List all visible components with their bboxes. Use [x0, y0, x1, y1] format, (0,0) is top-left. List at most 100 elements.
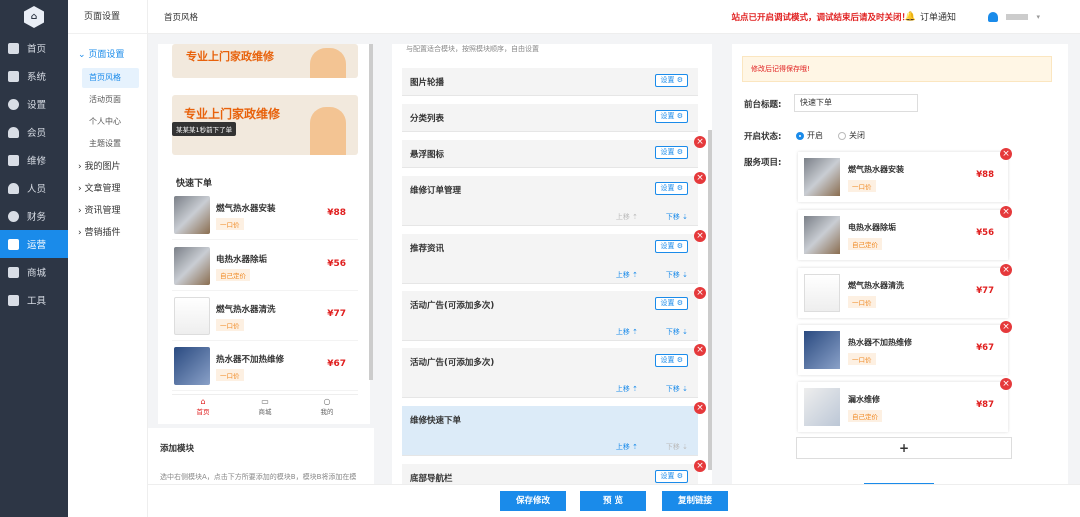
add-item-button[interactable]: +	[796, 437, 1012, 459]
list-item[interactable]: 电热水器除垢 自己定价 ¥56	[172, 243, 358, 291]
order-notify[interactable]: 🔔 订单通知	[904, 10, 956, 24]
module-settings-button[interactable]: 设置 ⚙	[655, 74, 688, 87]
nav-tools[interactable]: 工具	[0, 286, 68, 314]
phone-scrollbar[interactable]	[369, 44, 373, 380]
toolbox-icon	[8, 294, 19, 306]
banner-2[interactable]: 专业上门家政维修 某某某1秒前下了单	[172, 95, 358, 155]
preview-button[interactable]: 预 览	[580, 491, 646, 511]
nav-staff[interactable]: 人员	[0, 174, 68, 202]
title-input[interactable]: 快速下单	[794, 94, 918, 112]
move-down-button[interactable]: 下移 ⇣	[666, 442, 688, 452]
subnav-group-articles[interactable]: › 文章管理	[68, 178, 147, 200]
save-button[interactable]: 保存修改	[500, 491, 566, 511]
logo[interactable]: ⌂	[0, 0, 68, 34]
add-module-desc: 选中右侧模块A，点击下方所要添加的模块B，模块B将添加在模	[160, 473, 357, 481]
move-down-button[interactable]: 下移 ⇣	[666, 384, 688, 394]
list-item[interactable]: 燃气热水器安装 一口价 ¥88	[172, 192, 358, 240]
subnav-group-page-settings[interactable]: ⌄ 页面设置	[68, 44, 147, 66]
subnav-group-marketing[interactable]: › 营销插件	[68, 222, 147, 244]
delete-module-icon[interactable]: ×	[694, 172, 706, 184]
delete-item-icon[interactable]: ×	[1000, 321, 1012, 333]
nav-shop[interactable]: 商城	[0, 258, 68, 286]
delete-item-icon[interactable]: ×	[1000, 264, 1012, 276]
service-item[interactable]: 热水器不加热维修 一口价 ¥67 ×	[798, 321, 1012, 375]
nav-settings[interactable]: 设置	[0, 90, 68, 118]
move-up-button[interactable]: 上移 ⇡	[616, 384, 638, 394]
move-down-button[interactable]: 下移 ⇣	[666, 270, 688, 280]
copy-link-button[interactable]: 复制链接	[662, 491, 728, 511]
status-off-radio[interactable]: 关闭	[838, 130, 865, 141]
delete-module-icon[interactable]: ×	[694, 136, 706, 148]
nav-operations[interactable]: 运营	[0, 230, 68, 258]
move-up-button[interactable]: 上移 ⇡	[616, 212, 638, 222]
banner-1[interactable]: 专业上门家政维修	[172, 44, 358, 78]
move-down-button[interactable]: 下移 ⇣	[666, 212, 688, 222]
subnav-item-activity-page[interactable]: 活动页面	[82, 90, 139, 110]
gear-icon: ⚙	[676, 242, 683, 250]
money-icon	[8, 210, 19, 222]
product-image	[804, 388, 840, 426]
phone-tab-home[interactable]: ⌂ 首页	[172, 395, 234, 418]
module-item[interactable]: 悬浮图标 设置 ⚙ ×	[402, 136, 706, 168]
delete-module-icon[interactable]: ×	[694, 287, 706, 299]
delete-module-icon[interactable]: ×	[694, 460, 706, 472]
service-item[interactable]: 燃气热水器清洗 一口价 ¥77 ×	[798, 264, 1012, 318]
nav-members[interactable]: 会员	[0, 118, 68, 146]
module-settings-button[interactable]: 设置 ⚙	[655, 354, 688, 367]
module-item-selected[interactable]: 维修快速下单 × 上移 ⇡ 下移 ⇣	[402, 402, 706, 456]
gear-icon: ⚙	[676, 148, 683, 156]
module-item[interactable]: 维修订单管理 设置 ⚙ × 上移 ⇡ 下移 ⇣	[402, 172, 706, 226]
service-item[interactable]: 燃气热水器安装 一口价 ¥88 ×	[798, 148, 1012, 202]
module-item[interactable]: 推荐资讯 设置 ⚙ × 上移 ⇡ 下移 ⇣	[402, 230, 706, 284]
move-up-button[interactable]: 上移 ⇡	[616, 270, 638, 280]
subnav-group-news[interactable]: › 资讯管理	[68, 200, 147, 222]
bottom-action-bar: 保存修改 预 览 复制链接	[148, 484, 1080, 517]
move-up-button[interactable]: 上移 ⇡	[616, 327, 638, 337]
quick-order-title: 快速下单	[176, 179, 213, 189]
phone-tab-shop[interactable]: ▭ 商城	[234, 395, 296, 418]
chevron-down-icon: ▾	[1036, 12, 1040, 21]
delete-item-icon[interactable]: ×	[1000, 148, 1012, 160]
nav-home[interactable]: 首页	[0, 34, 68, 62]
subnav-item-personal-center[interactable]: 个人中心	[82, 112, 139, 132]
product-image	[804, 216, 840, 254]
user-menu[interactable]: ▾	[988, 11, 1040, 22]
status-on-radio[interactable]: 开启	[796, 130, 823, 141]
delete-module-icon[interactable]: ×	[694, 402, 706, 414]
service-item[interactable]: 漏水维修 自己定价 ¥87 ×	[798, 378, 1012, 432]
list-item[interactable]: 热水器不加热维修 一口价 ¥67	[172, 343, 358, 391]
list-item[interactable]: 燃气热水器清洗 一口价 ¥77	[172, 293, 358, 341]
title-label: 前台标题:	[744, 100, 782, 110]
module-settings-button[interactable]: 设置 ⚙	[655, 240, 688, 253]
module-scrollbar[interactable]	[708, 130, 712, 470]
service-item[interactable]: 电热水器除垢 自己定价 ¥56 ×	[798, 206, 1012, 260]
nav-system[interactable]: 系统	[0, 62, 68, 90]
module-item[interactable]: 分类列表 设置 ⚙	[402, 104, 698, 132]
move-down-button[interactable]: 下移 ⇣	[666, 327, 688, 337]
save-notice: 修改后记得保存哦!	[742, 56, 1052, 82]
module-settings-button[interactable]: 设置 ⚙	[655, 182, 688, 195]
phone-tab-mine[interactable]: ○ 我的	[296, 395, 358, 418]
bell-icon: 🔔	[904, 11, 916, 22]
subnav-header: 页面设置	[68, 0, 147, 34]
home-icon: ⌂	[200, 397, 206, 406]
module-settings-button[interactable]: 设置 ⚙	[655, 146, 688, 159]
module-settings-button[interactable]: 设置 ⚙	[655, 297, 688, 310]
module-settings-button[interactable]: 设置 ⚙	[655, 470, 688, 483]
delete-item-icon[interactable]: ×	[1000, 206, 1012, 218]
module-item[interactable]: 底部导航栏 设置 ⚙ ×	[402, 460, 706, 484]
nav-finance[interactable]: 财务	[0, 202, 68, 230]
user-icon	[988, 11, 999, 22]
subnav-item-theme-settings[interactable]: 主题设置	[82, 134, 139, 154]
move-up-button[interactable]: 上移 ⇡	[616, 442, 638, 452]
delete-module-icon[interactable]: ×	[694, 230, 706, 242]
delete-item-icon[interactable]: ×	[1000, 378, 1012, 390]
module-item[interactable]: 图片轮播 设置 ⚙	[402, 68, 698, 96]
module-item[interactable]: 活动广告(可添加多次) 设置 ⚙ × 上移 ⇡ 下移 ⇣	[402, 344, 706, 398]
subnav-group-my-images[interactable]: › 我的图片	[68, 156, 147, 178]
module-settings-button[interactable]: 设置 ⚙	[655, 110, 688, 123]
nav-repair[interactable]: 维修	[0, 146, 68, 174]
module-item[interactable]: 活动广告(可添加多次) 设置 ⚙ × 上移 ⇡ 下移 ⇣	[402, 287, 706, 341]
subnav-item-home-style[interactable]: 首页风格	[82, 68, 139, 88]
delete-module-icon[interactable]: ×	[694, 344, 706, 356]
